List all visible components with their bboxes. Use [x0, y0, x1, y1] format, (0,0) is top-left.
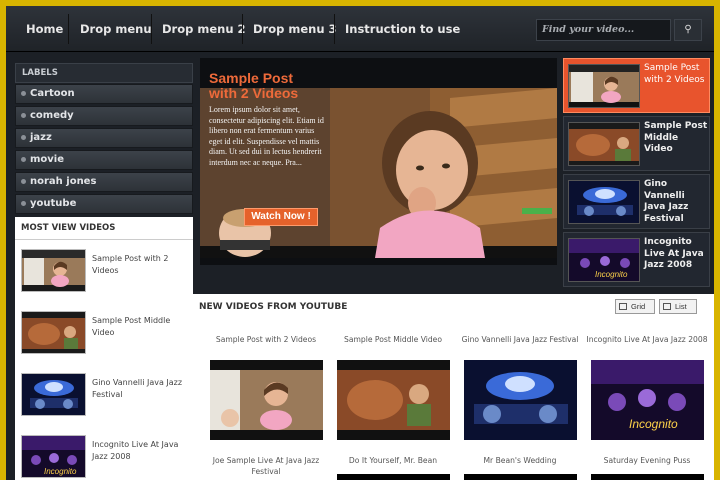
label-text: jazz [30, 132, 52, 143]
slider-item-1[interactable]: Sample Post with 2 Videos [563, 58, 710, 113]
slider-item-4[interactable]: Incognito Incognito Live At Java Jazz 20… [563, 232, 710, 287]
grid-icon [619, 303, 627, 310]
label-text: movie [30, 154, 65, 165]
label-comedy[interactable]: comedy [15, 106, 193, 126]
bullet-icon [21, 157, 26, 162]
slider-thumb [568, 64, 640, 108]
bullet-icon [21, 113, 26, 118]
slider-item-3[interactable]: Gino Vannelli Java Jazz Festival [563, 174, 710, 229]
bullet-icon [21, 201, 26, 206]
list-view-button[interactable]: List [659, 299, 697, 314]
video-card-title[interactable]: Joe Sample Live At Java Jazz Festival [204, 455, 328, 477]
featured-title[interactable]: Sample Post with 2 Videos [209, 71, 309, 101]
bullet-icon [21, 91, 26, 96]
most-viewed-panel: MOST VIEW VIDEOS Sample Post with 2 Vide… [15, 217, 193, 480]
page-frame: Home Drop menu Drop menu 2 Drop menu 3 I… [6, 6, 714, 480]
label-cartoon[interactable]: Cartoon [15, 84, 193, 104]
magnifier-icon: ⚲ [684, 24, 692, 35]
slider-item-title: Gino Vannelli Java Jazz Festival [644, 179, 689, 224]
label-text: youtube [30, 198, 77, 209]
svg-text:Incognito: Incognito [629, 417, 678, 431]
slider-item-2[interactable]: Sample Post Middle Video [563, 116, 710, 171]
video-card-thumb[interactable] [337, 360, 450, 440]
slider-thumb: Incognito [568, 238, 640, 282]
label-youtube[interactable]: youtube [15, 194, 193, 214]
most-viewed-thumb[interactable] [21, 249, 86, 292]
label-text: Cartoon [30, 88, 75, 99]
most-viewed-title[interactable]: Sample Post with 2 Videos [92, 253, 190, 277]
featured-description: Lorem ipsum dolor sit amet, consectetur … [209, 105, 324, 167]
top-nav: Home Drop menu Drop menu 2 Drop menu 3 I… [6, 6, 714, 52]
video-card-title[interactable]: Sample Post with 2 Videos [204, 334, 328, 345]
label-text: comedy [30, 110, 74, 121]
label-norah-jones[interactable]: norah jones [15, 172, 193, 192]
video-card-thumb[interactable] [337, 474, 450, 480]
most-viewed-heading: MOST VIEW VIDEOS [21, 223, 116, 233]
video-card-thumb[interactable] [210, 360, 323, 440]
nav-drop-menu-3[interactable]: Drop menu 3 [253, 6, 337, 52]
nav-instruction[interactable]: Instruction to use [345, 6, 460, 52]
nav-drop-menu-2[interactable]: Drop menu 2 [162, 6, 246, 52]
slider-thumb [568, 180, 640, 224]
new-videos-heading: NEW VIDEOS FROM YOUTUBE [199, 302, 348, 312]
list-label: List [675, 302, 687, 311]
slider-item-title: Sample Post Middle Video [644, 121, 708, 154]
most-viewed-title[interactable]: Sample Post Middle Video [92, 315, 190, 339]
video-card-title[interactable]: Saturday Evening Puss [585, 455, 709, 466]
video-card-thumb[interactable]: Incognito [591, 360, 704, 440]
bullet-icon [21, 179, 26, 184]
most-viewed-thumb[interactable] [21, 373, 86, 416]
slider-thumb [568, 122, 640, 166]
video-card-thumb[interactable] [464, 360, 577, 440]
video-card-thumb[interactable] [464, 474, 577, 480]
video-card-title[interactable]: Mr Bean's Wedding [458, 455, 582, 466]
video-card-title[interactable]: Do It Yourself, Mr. Bean [331, 455, 455, 466]
video-card-thumb[interactable] [591, 474, 704, 480]
most-viewed-title[interactable]: Gino Vannelli Java Jazz Festival [92, 377, 190, 401]
grid-view-button[interactable]: Grid [615, 299, 655, 314]
label-jazz[interactable]: jazz [15, 128, 193, 148]
search-input[interactable]: Find your video... [536, 19, 671, 41]
most-viewed-thumb[interactable]: Incognito [21, 435, 86, 478]
video-card-title[interactable]: Gino Vannelli Java Jazz Festival [458, 334, 582, 345]
video-card-title[interactable]: Incognito Live At Java Jazz 2008 [585, 334, 709, 345]
svg-text:Incognito: Incognito [595, 270, 628, 279]
video-card-title[interactable]: Sample Post Middle Video [331, 334, 455, 345]
featured-video[interactable]: Sample Post with 2 Videos Lorem ipsum do… [200, 58, 557, 265]
search-button[interactable]: ⚲ [674, 19, 702, 41]
nav-home[interactable]: Home [26, 6, 63, 52]
bullet-icon [21, 135, 26, 140]
label-text: norah jones [30, 176, 97, 187]
svg-text:Incognito: Incognito [44, 467, 77, 476]
nav-drop-menu[interactable]: Drop menu [80, 6, 152, 52]
slider-item-title: Sample Post with 2 Videos [644, 63, 705, 85]
most-viewed-thumb[interactable] [21, 311, 86, 354]
most-viewed-title[interactable]: Incognito Live At Java Jazz 2008 [92, 439, 190, 463]
label-movie[interactable]: movie [15, 150, 193, 170]
labels-heading: LABELS [15, 63, 193, 83]
grid-label: Grid [631, 302, 646, 311]
slider-item-title: Incognito Live At Java Jazz 2008 [644, 237, 704, 270]
new-videos-panel: NEW VIDEOS FROM YOUTUBE Grid List Sample… [193, 294, 714, 480]
watch-now-button[interactable]: Watch Now ! [244, 208, 318, 226]
list-icon [663, 303, 671, 310]
